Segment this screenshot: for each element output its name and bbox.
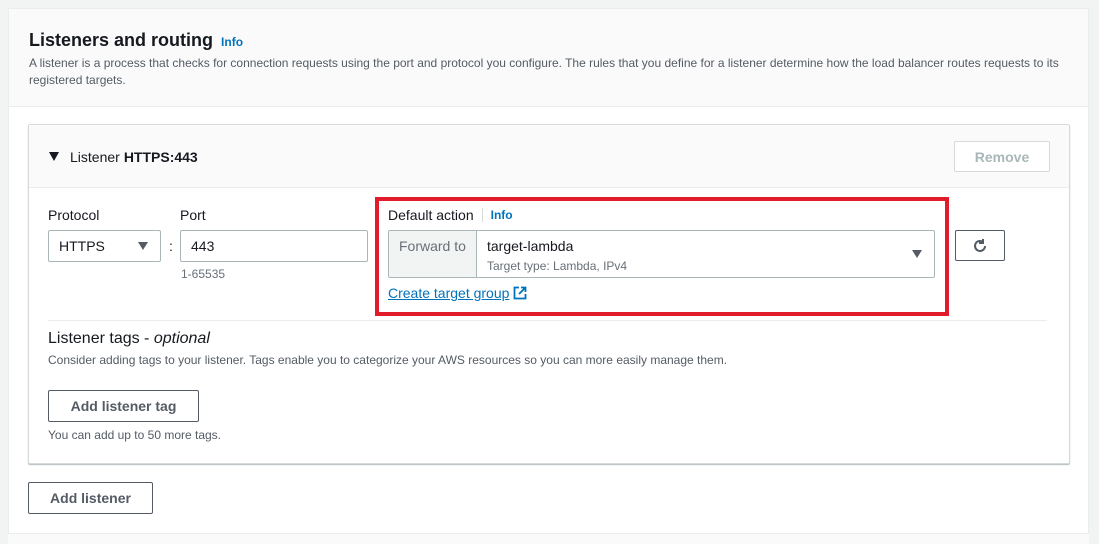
add-listener-tag-label: Add listener tag xyxy=(70,398,177,414)
protocol-value: HTTPS xyxy=(59,238,105,254)
caret-down-icon[interactable] xyxy=(49,152,59,161)
page: Listeners and routing Info A listener is… xyxy=(0,0,1099,544)
tags-title-text: Listener tags - xyxy=(48,330,154,347)
remove-button[interactable]: Remove xyxy=(954,141,1050,172)
add-listener-tag-button[interactable]: Add listener tag xyxy=(48,390,199,422)
listener-protocol-port: HTTPS:443 xyxy=(123,149,198,165)
label-divider xyxy=(481,208,483,222)
dropdown-caret-icon xyxy=(138,242,148,250)
protocol-select[interactable]: HTTPS xyxy=(48,230,161,262)
create-target-group-link[interactable]: Create target group xyxy=(388,285,527,301)
create-target-group-label: Create target group xyxy=(388,285,510,301)
port-value: 443 xyxy=(191,238,215,254)
default-action-label-row: Default action Info xyxy=(388,207,513,223)
tags-optional-text: optional xyxy=(153,330,210,347)
listener-title: Listener HTTPS:443 xyxy=(70,149,198,165)
section-info-link[interactable]: Info xyxy=(221,35,243,49)
protocol-port-separator: : xyxy=(169,238,173,254)
section-title: Listeners and routing xyxy=(29,30,214,50)
port-hint: 1-65535 xyxy=(181,267,226,281)
default-action-label: Default action xyxy=(388,207,474,223)
listener-label: Listener xyxy=(70,149,120,165)
target-group-type: Target type: Lambda, IPv4 xyxy=(487,259,628,273)
target-group-select[interactable]: Forward to target-lambda Target type: La… xyxy=(388,230,935,278)
tags-hint: You can add up to 50 more tags. xyxy=(48,428,222,442)
refresh-icon xyxy=(974,238,986,252)
default-action-info-link[interactable]: Info xyxy=(491,208,513,222)
protocol-label: Protocol xyxy=(48,207,100,223)
next-section-edge xyxy=(8,533,1089,544)
add-listener-button[interactable]: Add listener xyxy=(28,482,153,514)
tags-description: Consider adding tags to your listener. T… xyxy=(48,353,728,367)
refresh-button[interactable] xyxy=(955,230,1005,261)
forward-to-prefix: Forward to xyxy=(389,231,477,277)
add-listener-label: Add listener xyxy=(50,490,131,506)
port-label: Port xyxy=(180,207,206,223)
port-input[interactable]: 443 xyxy=(180,230,368,262)
dropdown-caret-icon xyxy=(912,250,922,258)
listener-tags-title: Listener tags - optional xyxy=(48,330,210,348)
section-title-row: Listeners and routing Info xyxy=(29,30,243,51)
tags-divider xyxy=(48,320,1047,321)
container-header: Listeners and routing Info A listener is… xyxy=(9,9,1088,107)
section-description: A listener is a process that checks for … xyxy=(29,56,1059,87)
listener-card-header[interactable]: Listener HTTPS:443 Remove xyxy=(29,125,1069,188)
external-link-icon xyxy=(514,286,527,300)
target-group-value: target-lambda xyxy=(487,238,574,254)
